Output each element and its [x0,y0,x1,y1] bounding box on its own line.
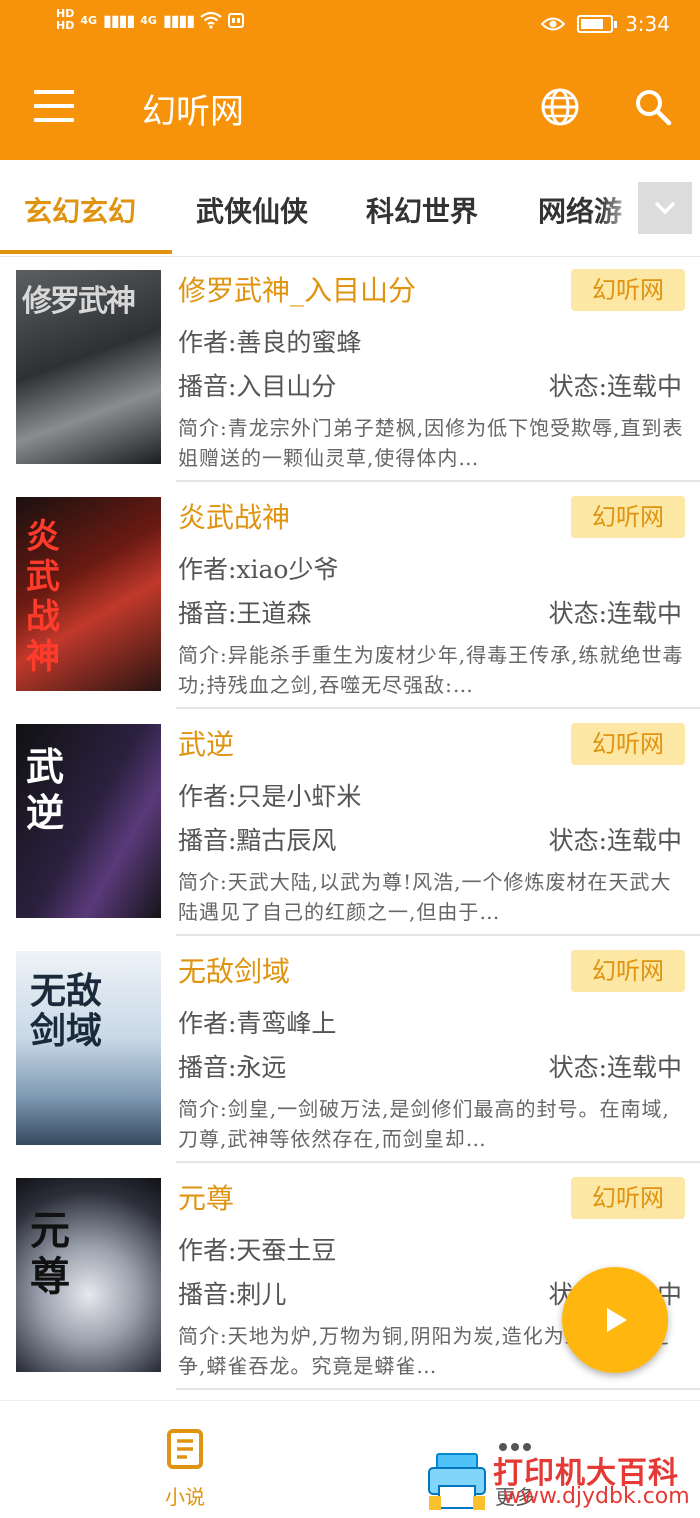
network-type-1: 4G [80,13,98,27]
book-intro: 简介:天武大陆,以武为尊!风浩,一个修炼废材在天武大陆遇见了自己的红颜之一,但由… [178,870,672,924]
book-item[interactable]: 无敌剑域 无敌剑域 幻听网 作者:青鸾峰上 播音:永远 状态:连载中 简介:剑皇… [0,936,700,1163]
status-right: 3:34 [541,12,670,36]
watermark-url: www.djydbk.com [503,1484,690,1509]
printer-icon [428,1453,486,1510]
source-badge: 幻听网 [571,1177,685,1219]
battery-icon [577,15,618,33]
sim-icon [228,13,245,28]
signal-icon: ▮▮▮▮ [103,10,135,30]
book-list-icon [167,1429,203,1469]
book-author: 作者:青鸾峰上 [178,1009,337,1038]
book-narrator: 播音:永远 [178,1053,287,1082]
book-intro: 简介:剑皇,一剑破万法,是剑修们最高的封号。在南域,刀尊,武神等依然存在,而剑皇… [178,1097,670,1151]
book-narrator: 播音:入目山分 [178,372,337,401]
book-item[interactable]: 修罗武神 修罗武神_入目山分 幻听网 作者:善良的蜜蜂 播音:入目山分 状态:连… [0,255,700,482]
cover-title: 修罗武神 [22,284,136,319]
book-status: 状态:连载中 [548,599,682,628]
signal-icon-2: ▮▮▮▮ [162,10,195,30]
watermark: 打印机大百科 www.djydbk.com [425,1446,697,1514]
source-badge: 幻听网 [571,723,685,765]
category-tabs: 玄幻玄幻 武侠仙侠 科幻世界 网络游 [0,160,700,257]
status-bar: HD HD 4G ▮▮▮▮ 4G ▮▮▮▮ 3:34 [0,0,700,52]
book-title[interactable]: 武逆 [178,723,234,763]
cover-title: 元尊 [30,1207,70,1300]
nav-novel[interactable]: 小说 [140,1419,230,1509]
book-author: 作者:天蚕土豆 [178,1236,337,1265]
globe-button[interactable] [540,87,580,127]
tab-kehuan[interactable]: 科幻世界 [366,190,478,230]
hd-bottom: HD [56,19,75,32]
book-item[interactable]: 炎武战神 炎武战神 幻听网 作者:xiao少爷 播音:王道森 状态:连载中 简介… [0,482,700,709]
source-badge: 幻听网 [571,950,685,992]
tab-wuxia[interactable]: 武侠仙侠 [196,190,308,230]
app-title: 幻听网 [142,92,244,132]
book-title[interactable]: 无敌剑域 [178,950,290,990]
book-cover: 元尊 [16,1178,161,1372]
cover-title: 武逆 [26,744,65,835]
play-icon [607,1308,627,1332]
chevron-down-icon [654,201,676,215]
book-narrator: 播音:刺儿 [178,1280,287,1309]
search-icon [636,90,672,126]
book-author: 作者:xiao少爷 [178,555,339,584]
status-time: 3:34 [625,12,670,36]
book-author: 作者:善良的蜜蜂 [178,328,362,357]
menu-button[interactable] [34,90,74,122]
search-button[interactable] [633,87,673,127]
menu-icon [34,90,74,94]
network-type-2: 4G [140,13,157,27]
book-cover: 修罗武神 [16,270,161,464]
tab-xuanhuan[interactable]: 玄幻玄幻 [24,190,136,230]
book-cover: 炎武战神 [16,497,161,691]
book-status: 状态:连载中 [548,1053,682,1082]
wifi-icon [200,11,222,29]
nav-novel-label: 小说 [165,1485,205,1509]
book-narrator: 播音:黯古辰风 [178,826,337,855]
globe-icon [541,88,579,126]
book-intro: 简介:青龙宗外门弟子楚枫,因修为低下饱受欺辱,直到表姐赠送的一颗仙灵草,使得体内… [178,416,684,470]
cover-title: 炎武战神 [26,517,60,677]
book-status: 状态:连载中 [548,372,682,401]
expand-tabs-button[interactable] [638,182,692,234]
book-status: 状态:连载中 [548,826,682,855]
book-cover: 武逆 [16,724,161,918]
top-bar: HD HD 4G ▮▮▮▮ 4G ▮▮▮▮ 3:34 幻听网 [0,0,700,160]
book-cover: 无敌剑域 [16,951,161,1145]
play-button[interactable] [562,1267,668,1373]
tab-indicator [0,250,172,254]
divider [176,1388,700,1390]
source-badge: 幻听网 [571,496,685,538]
book-item[interactable]: 武逆 武逆 幻听网 作者:只是小虾米 播音:黯古辰风 状态:连载中 简介:天武大… [0,709,700,936]
tab-fade [600,160,640,252]
hd-indicator: HD HD [56,8,74,32]
book-title[interactable]: 炎武战神 [178,496,290,536]
eye-icon [541,17,566,31]
book-title[interactable]: 修罗武神_入目山分 [178,269,416,309]
book-narrator: 播音:王道森 [178,599,312,628]
app-bar: 幻听网 [0,60,700,160]
source-badge: 幻听网 [571,269,685,311]
status-left: HD HD 4G ▮▮▮▮ 4G ▮▮▮▮ [56,8,245,32]
book-intro: 简介:异能杀手重生为废材少年,得毒王传承,练就绝世毒功;持残血之剑,吞噬无尽强敌… [178,643,684,697]
cover-title: 无敌剑域 [30,970,103,1052]
book-author: 作者:只是小虾米 [178,782,362,811]
book-title[interactable]: 元尊 [178,1177,234,1217]
